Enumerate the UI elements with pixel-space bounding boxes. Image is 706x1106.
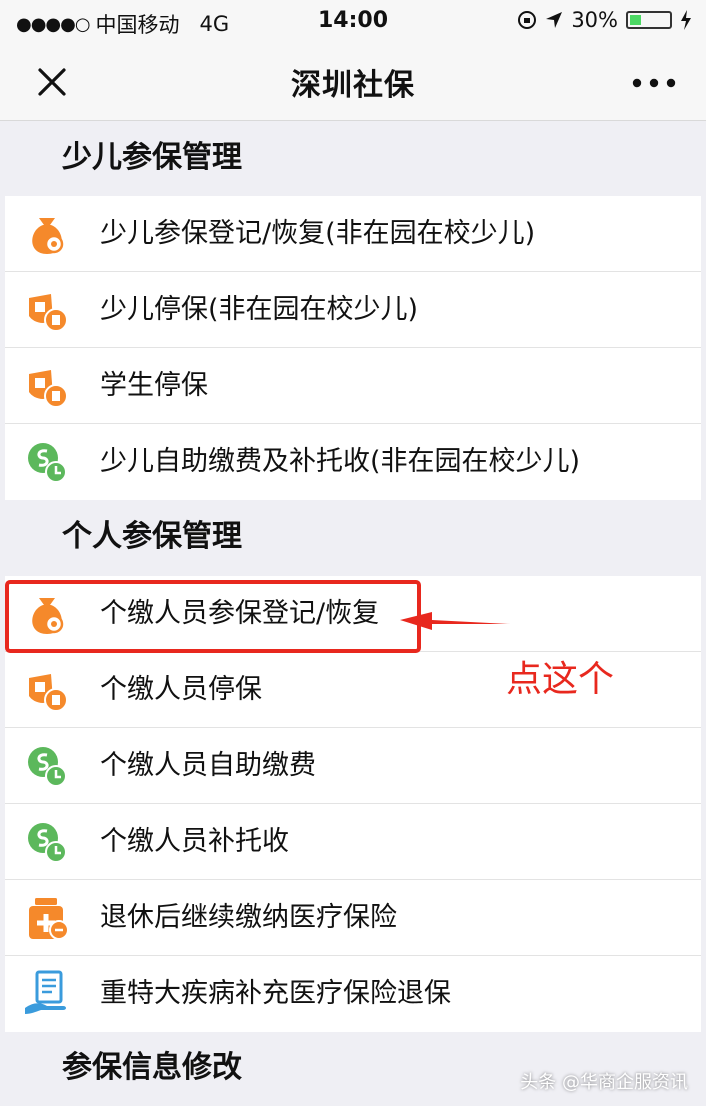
list-item-label: 学生停保 [100, 370, 208, 401]
navigation-bar: 深圳社保 [0, 42, 706, 121]
document-hand-icon [25, 970, 66, 1014]
battery-percent: 30% [571, 8, 618, 32]
list-item-label: 少儿参保登记/恢复(非在园在校少儿) [100, 218, 536, 249]
status-bar: ●●●●○ 中国移动 4G 14:00 30% [0, 0, 706, 42]
payment-clock-icon [28, 443, 67, 483]
list-item[interactable]: 少儿参保登记/恢复(非在园在校少儿) [5, 196, 701, 272]
battery-icon [626, 11, 672, 29]
list-item-label: 个缴人员停保 [100, 674, 262, 705]
stop-insurance-icon [29, 294, 68, 332]
list-item-label: 个缴人员补托收 [100, 826, 289, 857]
stop-insurance-icon [29, 674, 68, 712]
list-item[interactable]: 退休后继续缴纳医疗保险 [5, 880, 701, 956]
section-list-child: 少儿参保登记/恢复(非在园在校少儿) 少儿停保(非在园在校少儿) 学生停保 少儿… [5, 196, 701, 500]
medicine-icon [29, 898, 69, 940]
list-item[interactable]: 少儿停保(非在园在校少儿) [5, 272, 701, 348]
list-item[interactable]: 个缴人员补托收 [5, 804, 701, 880]
status-right: 30% [517, 8, 692, 32]
annotation-text: 点这个 [506, 659, 615, 700]
list-item-label: 重特大疾病补充医疗保险退保 [100, 978, 451, 1009]
list-item-label: 少儿自助缴费及补托收(非在园在校少儿) [100, 446, 581, 477]
list-item[interactable]: 少儿自助缴费及补托收(非在园在校少儿) [5, 424, 701, 500]
section-header: 少儿参保管理 [62, 140, 242, 175]
highlight-box [5, 580, 421, 653]
list-item-label: 少儿停保(非在园在校少儿) [100, 294, 419, 325]
more-icon[interactable] [632, 78, 676, 88]
list-item[interactable]: 重特大疾病补充医疗保险退保 [5, 956, 701, 1032]
location-icon [546, 12, 563, 28]
payment-clock-icon [28, 747, 67, 787]
page-title: 深圳社保 [291, 68, 415, 103]
list-item[interactable]: 学生停保 [5, 348, 701, 424]
watermark: 头条 @华商企服资讯 [520, 1072, 688, 1093]
stop-insurance-icon [29, 370, 68, 408]
list-item[interactable]: 个缴人员自助缴费 [5, 728, 701, 804]
money-bag-icon [32, 218, 64, 254]
list-item-label: 退休后继续缴纳医疗保险 [100, 902, 397, 933]
payment-clock-icon [28, 823, 67, 863]
charging-icon [681, 10, 691, 30]
section-header: 个人参保管理 [62, 519, 242, 554]
arrow-icon [400, 612, 510, 630]
list-item-label: 个缴人员自助缴费 [100, 750, 316, 781]
rotation-lock-icon [518, 11, 537, 29]
